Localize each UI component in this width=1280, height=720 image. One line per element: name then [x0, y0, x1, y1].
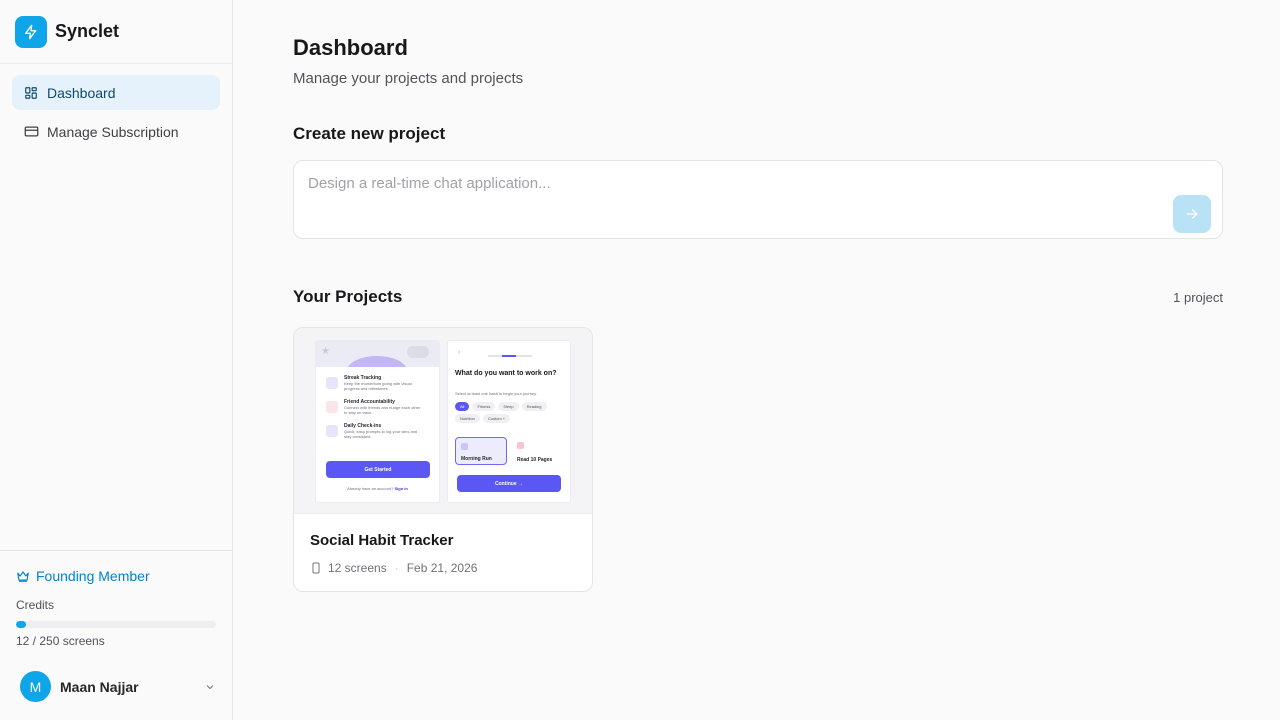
- sidebar-nav: Dashboard Manage Subscription: [0, 64, 232, 164]
- credits-progress-bar: [16, 621, 216, 628]
- preview-signin-text: Already have an account? Sign in: [316, 486, 439, 491]
- preview-habit-tile: Morning Run: [455, 437, 507, 465]
- preview-signin-link: Sign in: [394, 486, 408, 491]
- preview-feature-desc: Connect with friends and nudge each othe…: [344, 405, 421, 415]
- user-menu[interactable]: M Maan Najjar: [20, 671, 216, 702]
- project-screen-count: 12 screens: [328, 561, 387, 575]
- preview-feature: Friend Accountability Connect with frien…: [326, 399, 435, 415]
- preview-chip: All: [455, 402, 470, 411]
- preview-chips: All Fitness Sleep Reading Nutrition Cust…: [455, 402, 565, 423]
- sidebar-item-manage-subscription[interactable]: Manage Subscription: [12, 114, 220, 149]
- book-icon: [517, 442, 524, 449]
- preview-feature: Daily Check-ins Quick, easy prompts to l…: [326, 423, 435, 439]
- your-projects-heading: Your Projects: [293, 287, 403, 306]
- page-subtitle: Manage your projects and projects: [293, 70, 524, 87]
- preview-feature-list: Streak Tracking Keep the momentum going …: [320, 367, 435, 457]
- project-title: Social Habit Tracker: [310, 532, 454, 549]
- preview-header-art: ★: [316, 341, 439, 386]
- preview-footer-text: Already have an account?: [347, 486, 394, 491]
- project-thumbnail: ★ Streak Tracking Keep the momentum goin…: [294, 328, 592, 514]
- project-card[interactable]: ★ Streak Tracking Keep the momentum goin…: [293, 327, 593, 592]
- avatar: M: [20, 671, 51, 702]
- preview-habit-tile: Read 10 Pages: [512, 437, 564, 465]
- dashboard-grid-icon: [23, 85, 39, 101]
- project-prompt-box: [293, 160, 1223, 239]
- preview-chip: Fitness: [472, 402, 496, 411]
- phone-icon: [310, 562, 322, 574]
- sidebar-item-label: Manage Subscription: [47, 123, 179, 140]
- user-name: Maan Najjar: [60, 678, 139, 695]
- runner-icon: [461, 443, 468, 450]
- project-date: Feb 21, 2026: [406, 561, 478, 575]
- sidebar-item-dashboard[interactable]: Dashboard: [12, 75, 220, 110]
- sidebar-item-label: Dashboard: [47, 84, 116, 101]
- sidebar: Synclet Dashboard Manage Subscription Fo…: [0, 0, 233, 720]
- credits-usage-text: 12 / 250 screens: [16, 634, 105, 648]
- sidebar-footer: Founding Member Credits 12 / 250 screens…: [0, 550, 232, 720]
- preview-onboarding-screen: ★ Streak Tracking Keep the momentum goin…: [315, 340, 440, 503]
- preview-step-indicator: [488, 355, 532, 357]
- project-count: 1 project: [1173, 290, 1223, 305]
- lightning-icon: [15, 15, 47, 48]
- project-meta: 12 screens · Feb 21, 2026: [310, 561, 477, 575]
- star-icon: ★: [321, 346, 330, 357]
- preview-chip: Nutrition: [455, 414, 480, 423]
- preview-habit-picker-screen: ‹ What do you want to work on? Select at…: [447, 340, 571, 503]
- submit-prompt-button[interactable]: [1173, 195, 1211, 233]
- credit-card-icon: [23, 124, 39, 140]
- page-title: Dashboard: [293, 35, 408, 60]
- preview-chip: Custom +: [482, 414, 511, 423]
- chevron-left-icon: ‹: [458, 349, 461, 356]
- arrow-right-icon: [1184, 206, 1200, 222]
- meta-separator: ·: [394, 561, 399, 575]
- preview-hint: Select at least one habit to begin your …: [455, 391, 537, 396]
- cloud-icon: [407, 346, 429, 358]
- main-content: Dashboard Manage your projects and proje…: [233, 0, 1280, 720]
- membership-badge: Founding Member: [16, 568, 216, 584]
- friends-icon: [326, 401, 338, 413]
- preview-tile-label: Morning Run: [461, 456, 492, 462]
- preview-feature-desc: Quick, easy prompts to log your wins and…: [344, 429, 418, 439]
- create-project-heading: Create new project: [293, 124, 446, 143]
- preview-get-started-button: Get Started: [326, 461, 430, 478]
- preview-feature: Streak Tracking Keep the momentum going …: [326, 375, 435, 391]
- flame-icon: [326, 377, 338, 389]
- chevron-down-icon[interactable]: [204, 681, 216, 693]
- brand[interactable]: Synclet: [0, 0, 232, 64]
- preview-chip: Reading: [521, 402, 547, 411]
- membership-label: Founding Member: [36, 568, 150, 584]
- preview-continue-button: Continue →: [457, 475, 561, 492]
- calendar-icon: [326, 425, 338, 437]
- preview-tile-label: Read 10 Pages: [517, 457, 553, 463]
- preview-chip: Sleep: [498, 402, 519, 411]
- crown-icon: [16, 569, 30, 583]
- credits-label: Credits: [16, 598, 55, 612]
- credits-progress-fill: [16, 621, 26, 628]
- preview-feature-desc: Keep the momentum going with visual prog…: [344, 381, 412, 391]
- brand-name: Synclet: [55, 21, 120, 41]
- preview-question: What do you want to work on?: [455, 370, 557, 377]
- project-prompt-input[interactable]: [308, 175, 1148, 192]
